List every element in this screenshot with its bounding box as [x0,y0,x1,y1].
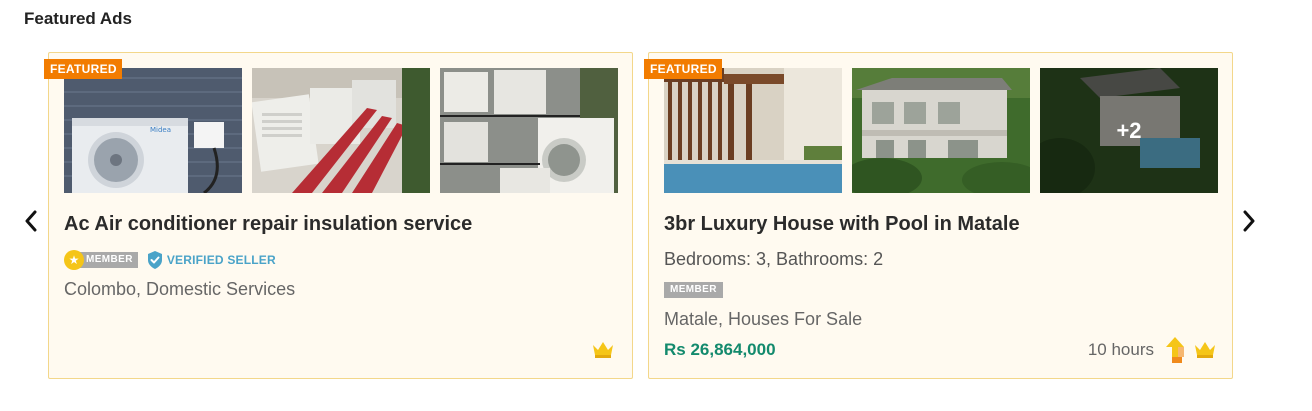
ad-photo[interactable] [440,68,618,193]
ad-location: Matale, Houses For Sale [664,309,863,329]
carousel-next-button[interactable] [1238,204,1260,238]
star-icon: ★ [64,250,84,270]
ad-location: Colombo, Domestic Services [64,279,296,299]
ad-price: Rs 26,864,000 [664,340,776,359]
chevron-right-icon [1243,210,1255,232]
member-badge: ★ MEMBER [64,250,138,270]
member-label: MEMBER [80,252,138,268]
ad-time: 10 hours [1087,340,1154,359]
featured-badge: FEATURED [644,59,722,79]
ad-card[interactable]: FEATURED +2 3br Luxury House with Pool i… [644,52,1233,379]
verified-label: VERIFIED SELLER [166,253,276,267]
ad-photo[interactable] [252,68,430,193]
verified-shield-icon [147,251,162,269]
crown-icon [1195,342,1215,358]
ad-card[interactable]: FEATURED Midea Ac Air conditioner repair… [44,52,633,379]
ad-photo[interactable] [852,68,1030,193]
ad-title[interactable]: 3br Luxury House with Pool in Matale [664,213,1020,236]
section-title: Featured Ads [24,9,133,28]
member-badge: MEMBER [664,282,723,298]
ad-details: Bedrooms: 3, Bathrooms: 2 [664,249,884,269]
crown-icon [593,342,613,358]
ad-photo[interactable]: +2 [1040,68,1218,193]
verified-seller-badge: VERIFIED SELLER [146,250,276,270]
ad-title[interactable]: Ac Air conditioner repair insulation ser… [64,213,472,236]
bump-up-icon [1166,337,1184,363]
more-photos-count[interactable]: +2 [1040,68,1218,193]
ad-photo[interactable]: Midea [64,68,242,193]
svg-text:Midea: Midea [150,126,171,134]
ad-photo[interactable] [664,68,842,193]
featured-badge: FEATURED [44,59,122,79]
chevron-left-icon [25,210,37,232]
seller-badges: ★ MEMBER VERIFIED SELLER [64,250,276,270]
carousel-prev-button[interactable] [20,204,42,238]
